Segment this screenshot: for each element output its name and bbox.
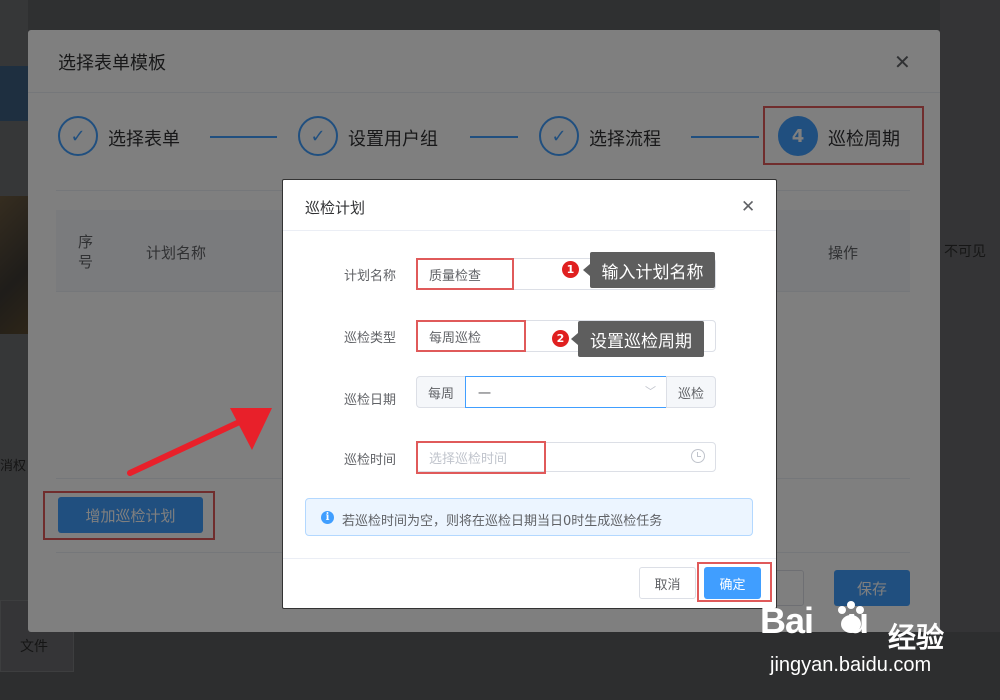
highlight-patrol-type (416, 320, 526, 352)
highlight-patrol-time (416, 441, 546, 474)
weekday-select[interactable]: 一 (465, 376, 667, 408)
dialog-divider (283, 230, 776, 231)
clock-icon (691, 449, 705, 463)
step-badge-2: 2 (552, 330, 569, 347)
patrol-plan-dialog-title: 巡检计划 (305, 199, 366, 217)
patrol-date-suffix: 巡检 (666, 376, 716, 408)
weekday-select-value: 一 (478, 386, 492, 402)
highlight-confirm (697, 562, 772, 602)
red-arrow-icon (127, 408, 272, 476)
info-icon: i (321, 511, 334, 524)
patrol-date-prefix: 每周 (416, 376, 466, 408)
close-icon[interactable]: ✕ (741, 197, 755, 217)
watermark-brand: 经验 (888, 621, 945, 654)
step-badge-1: 1 (562, 261, 579, 278)
patrol-time-label: 巡检时间 (343, 453, 396, 468)
tooltip-enter-plan-name: 输入计划名称 (583, 252, 715, 288)
cancel-button[interactable]: 取消 (639, 567, 696, 599)
plan-name-label: 计划名称 (343, 269, 396, 284)
patrol-type-label: 巡检类型 (343, 331, 396, 346)
dialog-footer-divider (283, 558, 776, 559)
info-alert-text: 若巡检时间为空，则将在巡检日期当日0时生成巡检任务 (342, 514, 663, 529)
paw-icon (838, 601, 864, 633)
chevron-down-icon[interactable]: ﹀ (645, 383, 656, 399)
highlight-plan-name (416, 258, 514, 290)
tooltip-set-cycle: 设置巡检周期 (571, 321, 704, 357)
watermark-url: jingyan.baidu.com (770, 654, 932, 676)
patrol-date-label: 巡检日期 (343, 393, 396, 408)
